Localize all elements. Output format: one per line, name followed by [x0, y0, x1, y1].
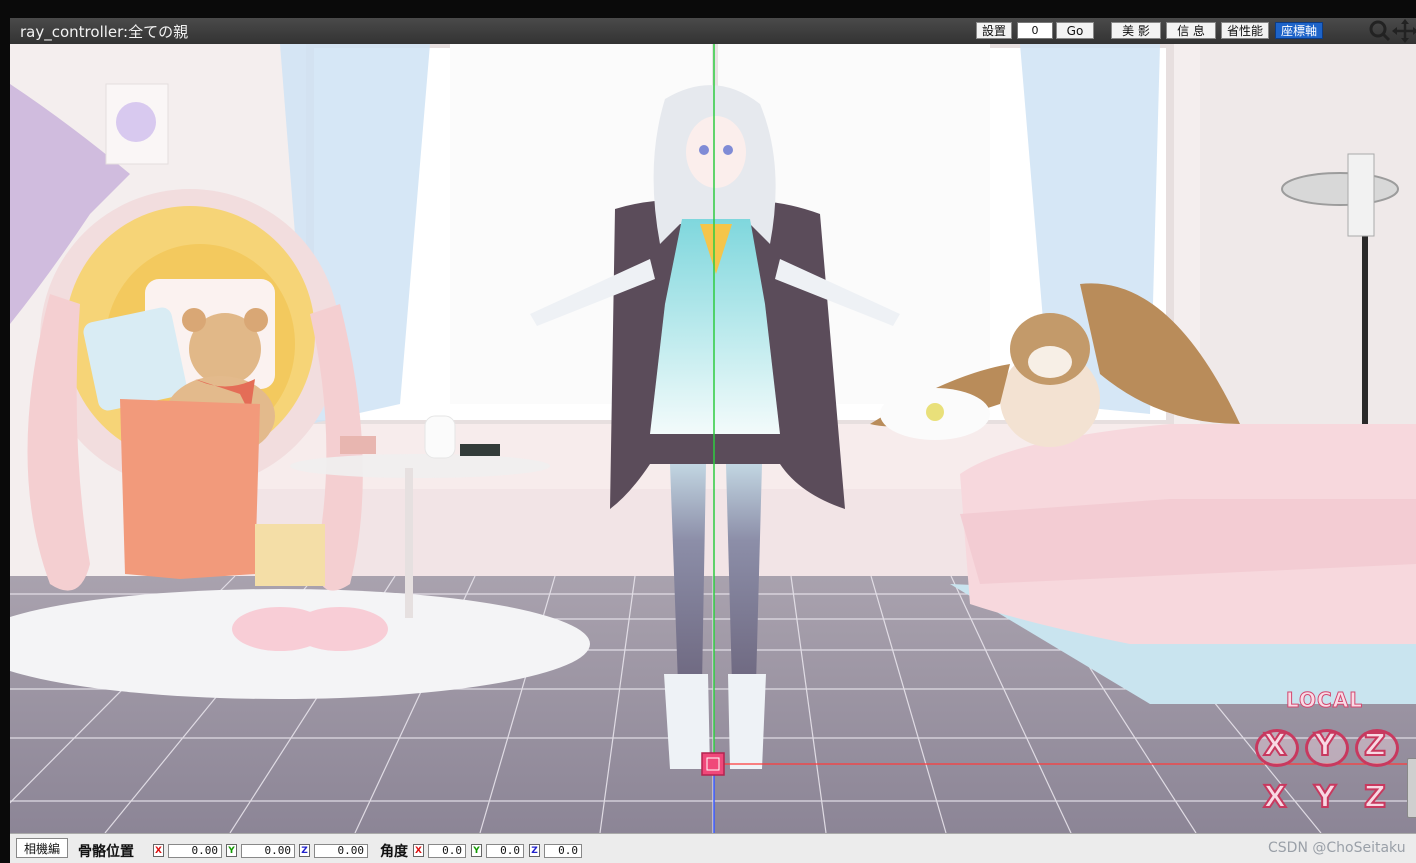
- bone-position-label: 骨骼位置: [78, 844, 134, 860]
- frame-input[interactable]: 0: [1017, 22, 1053, 39]
- bone-status-bar: 相機編 骨骼位置 X 0.00 Y 0.00 Z 0.00 角度 X 0.0 Y…: [10, 833, 1416, 863]
- pos-y-tag: Y: [226, 844, 237, 857]
- pos-x-tag: X: [153, 844, 164, 857]
- rotate-x-button[interactable]: X: [1253, 727, 1299, 767]
- local-mode-label[interactable]: LOCAL: [1286, 688, 1363, 713]
- title-bar: ray_controller:全ての親 設置 0 Go 美 影 信 息 省性能 …: [10, 18, 1416, 45]
- info-button[interactable]: 信 息: [1166, 22, 1216, 39]
- rot-x-tag: X: [413, 844, 424, 857]
- move-x-button[interactable]: X: [1253, 779, 1297, 817]
- bone-selector-handle[interactable]: [701, 752, 725, 776]
- settings-button[interactable]: 設置: [976, 22, 1012, 39]
- rot-x-field[interactable]: 0.0: [428, 844, 466, 858]
- pos-z-field[interactable]: 0.00: [314, 844, 368, 858]
- rot-z-field[interactable]: 0.0: [544, 844, 582, 858]
- move-y-button[interactable]: Y: [1303, 779, 1347, 817]
- rotate-y-button[interactable]: Y: [1303, 727, 1349, 767]
- performance-button[interactable]: 省性能: [1221, 22, 1269, 39]
- viewport-scroll-handle[interactable]: [1407, 758, 1416, 818]
- pan-icon[interactable]: [1392, 19, 1416, 43]
- pos-y-field[interactable]: 0.00: [241, 844, 295, 858]
- watermark: CSDN @ChoSeitaku: [1268, 840, 1406, 856]
- go-button[interactable]: Go: [1056, 22, 1094, 39]
- rot-y-tag: Y: [471, 844, 482, 857]
- rot-z-tag: Z: [529, 844, 540, 857]
- 3d-viewport[interactable]: LOCAL X Y Z X Y Z: [10, 44, 1416, 833]
- camera-edit-button[interactable]: 相機編: [16, 838, 68, 858]
- rotate-z-button[interactable]: Z: [1353, 727, 1399, 767]
- pos-x-field[interactable]: 0.00: [168, 844, 222, 858]
- scene-render: [10, 44, 1416, 833]
- window-title: ray_controller:全ての親: [20, 23, 189, 41]
- rot-y-field[interactable]: 0.0: [486, 844, 524, 858]
- angle-label: 角度: [380, 844, 408, 860]
- move-z-button[interactable]: Z: [1353, 779, 1397, 817]
- coord-axis-button[interactable]: 座標軸: [1275, 22, 1323, 39]
- pos-z-tag: Z: [299, 844, 310, 857]
- beauty-shadow-button[interactable]: 美 影: [1111, 22, 1161, 39]
